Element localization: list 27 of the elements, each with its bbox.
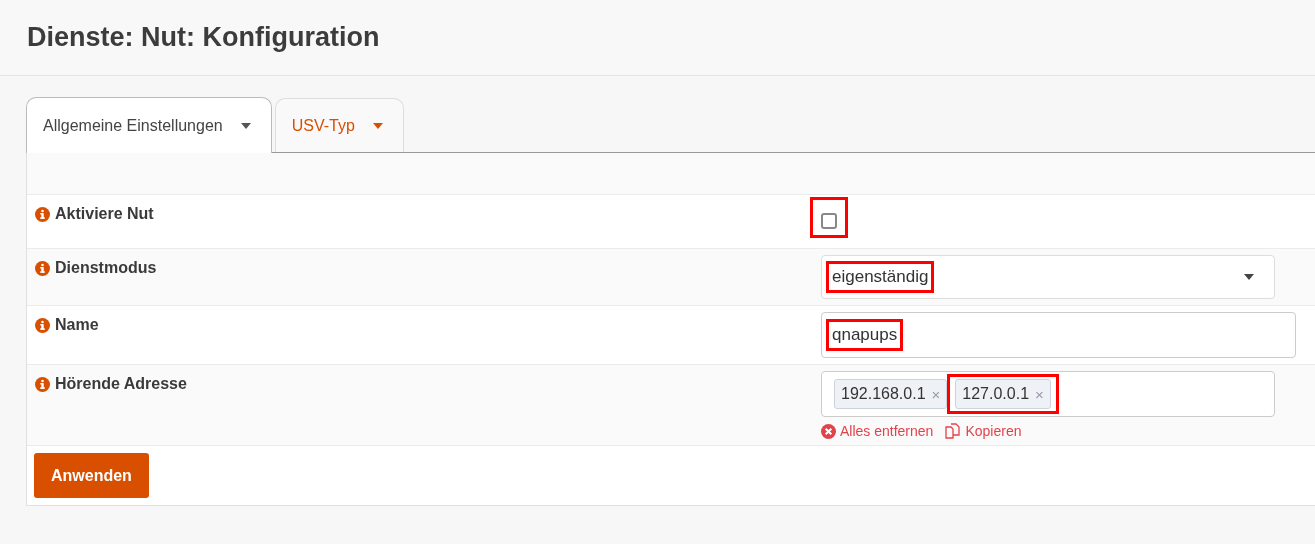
- page-title: Dienste: Nut: Konfiguration: [27, 22, 380, 53]
- checkbox[interactable]: [821, 213, 837, 229]
- field-label: Aktiviere Nut: [55, 205, 154, 223]
- tag-text: 192.168.0.1: [841, 385, 926, 403]
- clear-icon: [821, 423, 836, 439]
- apply-button[interactable]: Anwenden: [34, 453, 149, 498]
- caret-icon: [240, 122, 251, 129]
- info-icon: [35, 377, 50, 392]
- clear-all-link[interactable]: Alles entfernen: [821, 423, 934, 439]
- tab[interactable]: Allgemeine Einstellungen: [26, 97, 272, 153]
- select-field[interactable]: eigenständig: [821, 255, 1275, 299]
- input-field[interactable]: qnapups: [821, 312, 1296, 358]
- tag-text: 127.0.0.1: [962, 385, 1030, 403]
- caret-icon: [1244, 274, 1254, 280]
- remove-tag-button[interactable]: ×: [1035, 385, 1044, 403]
- copy-icon: [945, 423, 962, 439]
- copy-link[interactable]: Kopieren: [945, 423, 1022, 439]
- tab[interactable]: USV-Typ: [274, 98, 404, 152]
- field-label: Dienstmodus: [55, 259, 157, 277]
- field-label: Hörende Adresse: [55, 375, 187, 393]
- info-icon: [35, 318, 50, 333]
- info-icon: [35, 261, 50, 276]
- info-icon: [35, 207, 50, 222]
- tag-input-field[interactable]: 192.168.0.1 × 127.0.0.1 ×: [821, 371, 1275, 417]
- caret-icon: [372, 122, 383, 129]
- field-label: Name: [55, 316, 99, 334]
- remove-tag-button[interactable]: ×: [931, 385, 941, 403]
